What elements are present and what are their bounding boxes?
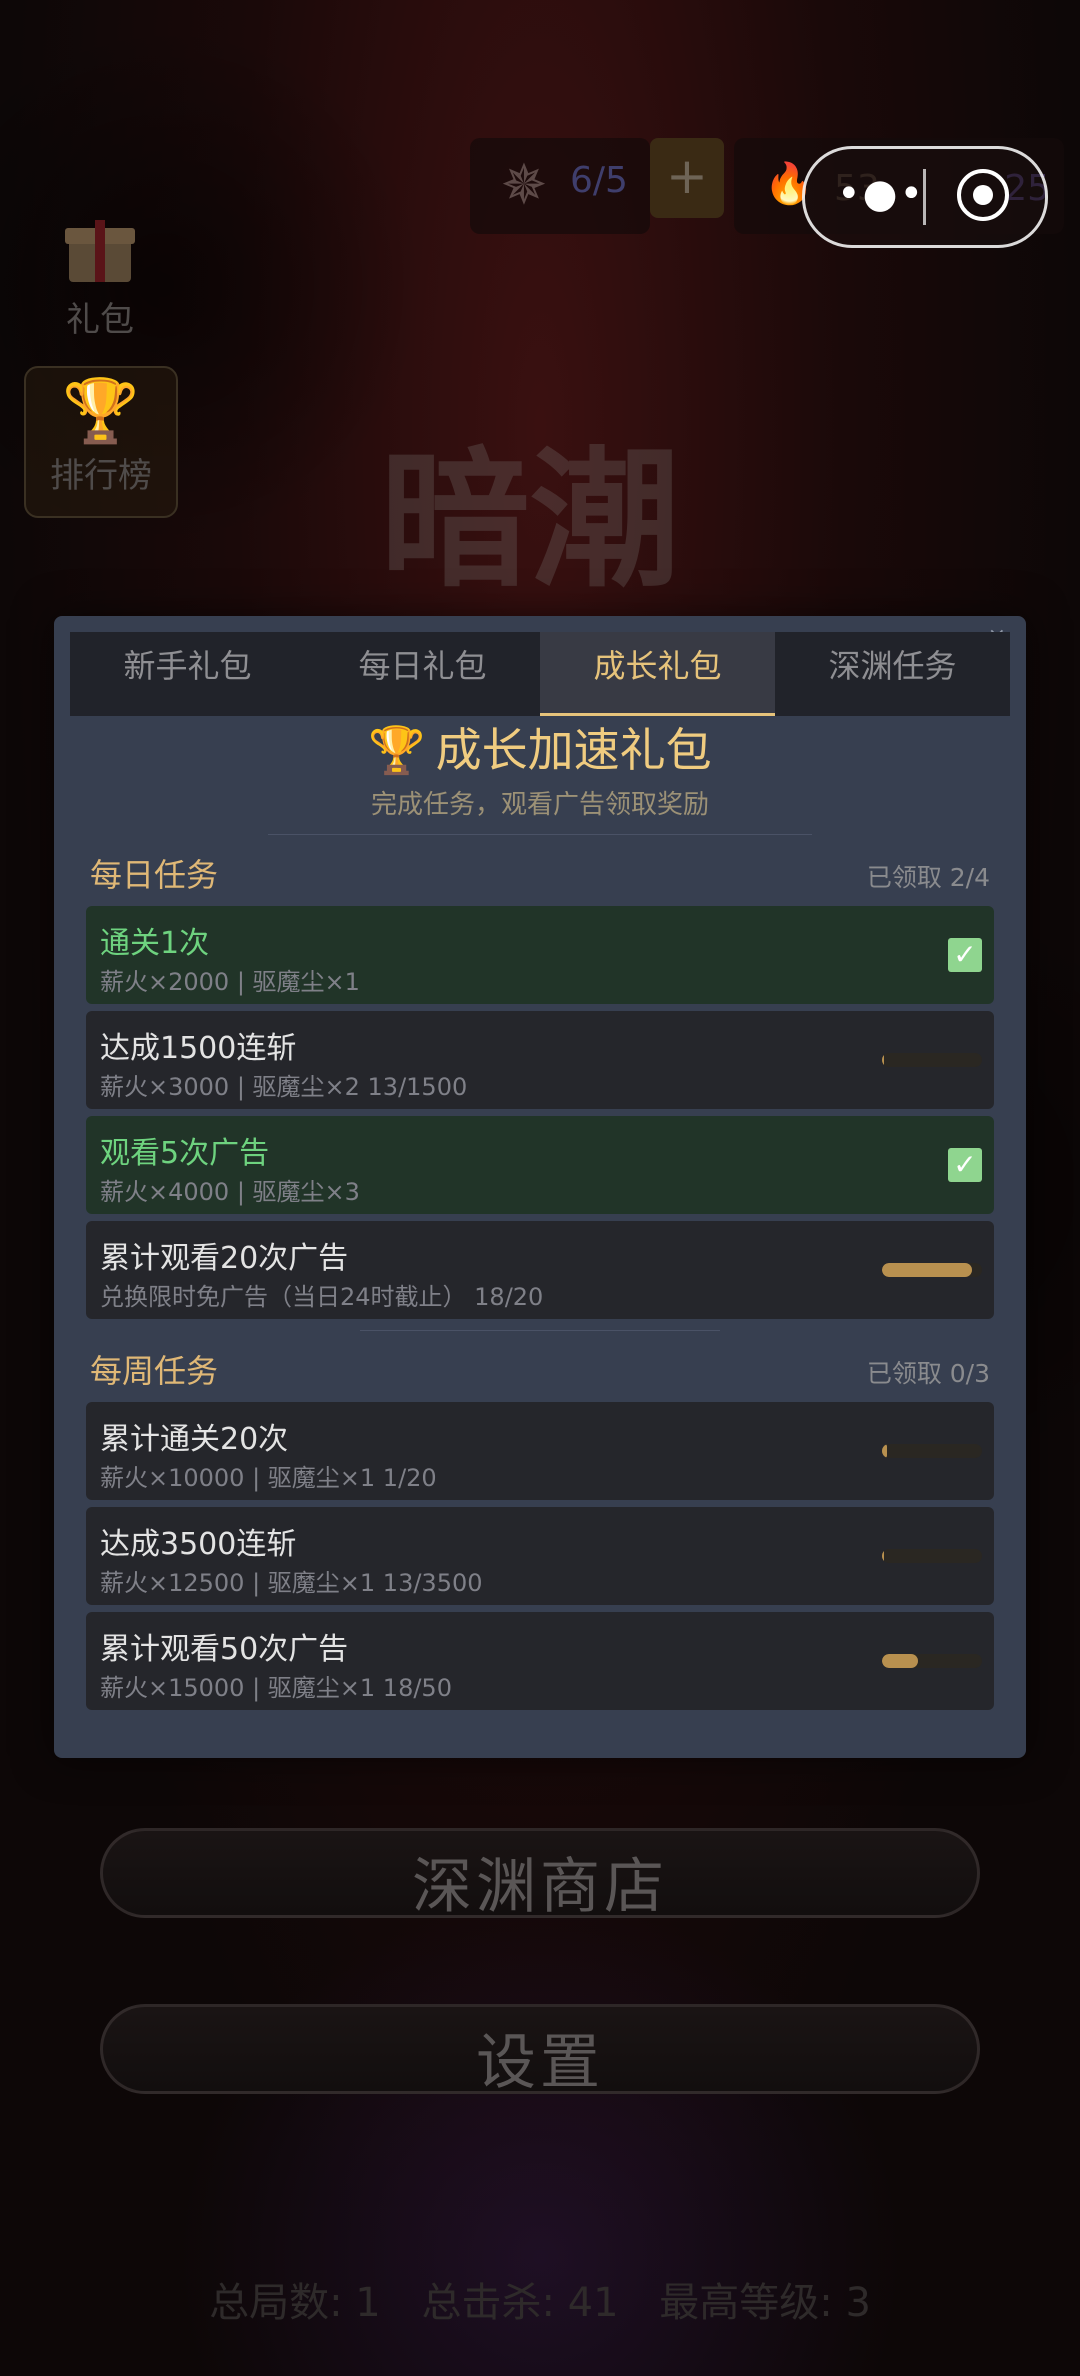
task-progress-bar: [882, 1053, 982, 1067]
task-reward: 薪火×4000 | 驱魔尘×3: [100, 1178, 360, 1206]
game-logo: 暗潮: [379, 432, 680, 608]
tab-growth-gift[interactable]: 成长礼包: [540, 632, 775, 716]
close-miniprogram-icon[interactable]: [957, 169, 1009, 221]
modal-tabs: 新手礼包 每日礼包 成长礼包 深渊任务: [70, 632, 1010, 716]
add-energy-button[interactable]: +: [650, 138, 724, 218]
task-row[interactable]: 累计观看20次广告 兑换限时免广告（当日24时截止） 18/20: [86, 1221, 994, 1319]
gift-icon: [65, 220, 135, 282]
task-row[interactable]: 通关1次 薪火×2000 | 驱魔尘×1 ✓: [86, 906, 994, 1004]
task-name: 通关1次: [100, 926, 210, 961]
task-name: 累计观看50次广告: [100, 1632, 349, 1667]
daily-tasks-heading: 每日任务: [90, 856, 219, 894]
task-progress-bar: [882, 1444, 982, 1458]
leaderboard-label: 排行榜: [50, 456, 152, 496]
tab-daily-gift[interactable]: 每日礼包: [305, 632, 540, 716]
title-divider: [268, 834, 812, 835]
energy-counter: ✵ 6/5: [470, 138, 650, 234]
settings-label: 设置: [476, 2028, 604, 2098]
weekly-claimed-count: 已领取 0/3: [866, 1359, 990, 1388]
section-divider: [360, 1330, 720, 1331]
demon-emblem-icon: ✵: [500, 153, 548, 218]
player-stats: 总局数: 1 总击杀: 41 最高等级: 3: [0, 2270, 1080, 2328]
tab-newbie-gift[interactable]: 新手礼包: [70, 632, 305, 716]
task-name: 达成1500连斩: [100, 1031, 297, 1066]
abyss-shop-button[interactable]: 深渊商店: [100, 1808, 980, 1938]
more-menu-icon[interactable]: •●•: [837, 171, 923, 221]
checkmark-icon: ✓: [948, 938, 982, 972]
max-level: 最高等级: 3: [659, 2280, 871, 2326]
abyss-shop-label: 深渊商店: [412, 1852, 668, 1922]
modal-subtitle: 完成任务，观看广告领取奖励: [370, 790, 709, 820]
task-reward: 薪火×15000 | 驱魔尘×1 18/50: [100, 1674, 452, 1702]
task-name: 达成3500连斩: [100, 1527, 297, 1562]
settings-button[interactable]: 设置: [100, 1984, 980, 2114]
gift-entry[interactable]: 礼包: [30, 210, 170, 341]
energy-count: 6/5: [570, 160, 628, 201]
task-row[interactable]: 累计观看50次广告 薪火×15000 | 驱魔尘×1 18/50: [86, 1612, 994, 1710]
trophy-icon: 🏆: [368, 723, 426, 777]
task-reward: 薪火×12500 | 驱魔尘×1 13/3500: [100, 1569, 483, 1597]
gift-label: 礼包: [66, 300, 134, 340]
task-reward: 薪火×3000 | 驱魔尘×2 13/1500: [100, 1073, 468, 1101]
task-reward: 薪火×2000 | 驱魔尘×1: [100, 968, 360, 996]
daily-claimed-count: 已领取 2/4: [866, 863, 990, 892]
total-games: 总局数: 1: [209, 2280, 381, 2326]
task-row[interactable]: 累计通关20次 薪火×10000 | 驱魔尘×1 1/20: [86, 1402, 994, 1500]
task-progress-bar: [882, 1263, 982, 1277]
modal-title-text: 成长加速礼包: [435, 723, 712, 777]
trophy-icon: 🏆: [62, 374, 140, 447]
task-name: 累计观看20次广告: [100, 1241, 349, 1276]
capsule-divider: [923, 169, 926, 225]
leaderboard-entry[interactable]: 🏆 排行榜: [24, 366, 178, 518]
task-name: 累计通关20次: [100, 1422, 289, 1457]
task-name: 观看5次广告: [100, 1136, 270, 1171]
modal-title: 🏆 成长加速礼包: [54, 714, 1026, 780]
checkmark-icon: ✓: [948, 1148, 982, 1182]
task-progress-bar: [882, 1654, 982, 1668]
gift-modal: × 新手礼包 每日礼包 成长礼包 深渊任务 🏆成长加速礼包 完成任务，观看广告领…: [54, 616, 1026, 1758]
total-kills: 总击杀: 41: [421, 2280, 619, 2326]
task-reward: 兑换限时免广告（当日24时截止） 18/20: [100, 1283, 544, 1311]
weekly-tasks-heading: 每周任务: [90, 1352, 219, 1390]
tab-abyss-tasks[interactable]: 深渊任务: [775, 632, 1010, 716]
task-progress-bar: [882, 1549, 982, 1563]
task-row[interactable]: 达成3500连斩 薪火×12500 | 驱魔尘×1 13/3500: [86, 1507, 994, 1605]
miniprogram-capsule: •●•: [802, 146, 1048, 248]
task-row[interactable]: 观看5次广告 薪火×4000 | 驱魔尘×3 ✓: [86, 1116, 994, 1214]
task-reward: 薪火×10000 | 驱魔尘×1 1/20: [100, 1464, 437, 1492]
task-row[interactable]: 达成1500连斩 薪火×3000 | 驱魔尘×2 13/1500: [86, 1011, 994, 1109]
